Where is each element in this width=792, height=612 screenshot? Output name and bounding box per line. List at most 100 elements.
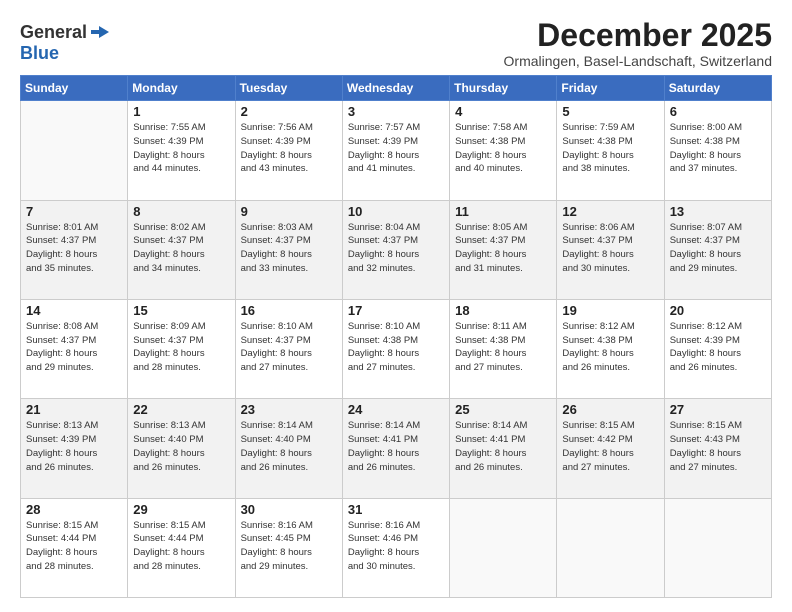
title-block: December 2025 Ormalingen, Basel-Landscha…	[504, 18, 772, 69]
day-info: Sunrise: 8:06 AM Sunset: 4:37 PM Dayligh…	[562, 221, 658, 276]
calendar-week-row: 21 Sunrise: 8:13 AM Sunset: 4:39 PM Dayli…	[21, 399, 772, 498]
day-info: Sunrise: 8:15 AM Sunset: 4:44 PM Dayligh…	[133, 519, 229, 574]
table-row: 17Sunrise: 8:10 AM Sunset: 4:38 PM Dayli…	[342, 299, 449, 398]
day-info: Sunrise: 8:13 AM Sunset: 4:40 PM Dayligh…	[133, 419, 229, 474]
day-number: 20	[670, 303, 766, 318]
day-info: Sunrise: 8:11 AM Sunset: 4:38 PM Dayligh…	[455, 320, 551, 375]
day-number: 25	[455, 402, 551, 417]
table-row	[664, 498, 771, 597]
day-number: 10	[348, 204, 444, 219]
table-row: 22 Sunrise: 8:13 AM Sunset: 4:40 PM Dayli…	[128, 399, 235, 498]
table-row	[450, 498, 557, 597]
calendar-week-row: 14Sunrise: 8:08 AM Sunset: 4:37 PM Dayli…	[21, 299, 772, 398]
day-info: Sunrise: 8:05 AM Sunset: 4:37 PM Dayligh…	[455, 221, 551, 276]
table-row: 15Sunrise: 8:09 AM Sunset: 4:37 PM Dayli…	[128, 299, 235, 398]
location: Ormalingen, Basel-Landschaft, Switzerlan…	[504, 53, 772, 69]
table-row: 3 Sunrise: 7:57 AM Sunset: 4:39 PM Daylig…	[342, 101, 449, 200]
col-saturday: Saturday	[664, 76, 771, 101]
table-row: 1Sunrise: 7:55 AM Sunset: 4:39 PM Daylig…	[128, 101, 235, 200]
day-number: 18	[455, 303, 551, 318]
day-info: Sunrise: 8:12 AM Sunset: 4:38 PM Dayligh…	[562, 320, 658, 375]
day-info: Sunrise: 8:15 AM Sunset: 4:42 PM Dayligh…	[562, 419, 658, 474]
day-info: Sunrise: 8:04 AM Sunset: 4:37 PM Dayligh…	[348, 221, 444, 276]
day-info: Sunrise: 7:59 AM Sunset: 4:38 PM Dayligh…	[562, 121, 658, 176]
day-number: 29	[133, 502, 229, 517]
calendar-week-row: 1Sunrise: 7:55 AM Sunset: 4:39 PM Daylig…	[21, 101, 772, 200]
calendar-week-row: 28 Sunrise: 8:15 AM Sunset: 4:44 PM Dayli…	[21, 498, 772, 597]
table-row: 29 Sunrise: 8:15 AM Sunset: 4:44 PM Dayli…	[128, 498, 235, 597]
logo-general-text: General	[20, 23, 87, 43]
day-number: 21	[26, 402, 122, 417]
day-info: Sunrise: 7:56 AM Sunset: 4:39 PM Dayligh…	[241, 121, 337, 176]
day-info: Sunrise: 8:15 AM Sunset: 4:43 PM Dayligh…	[670, 419, 766, 474]
day-number: 16	[241, 303, 337, 318]
table-row: 12 Sunrise: 8:06 AM Sunset: 4:37 PM Dayli…	[557, 200, 664, 299]
day-number: 2	[241, 104, 337, 119]
day-number: 13	[670, 204, 766, 219]
day-info: Sunrise: 8:01 AM Sunset: 4:37 PM Dayligh…	[26, 221, 122, 276]
day-number: 12	[562, 204, 658, 219]
header-row: Sunday Monday Tuesday Wednesday Thursday…	[21, 76, 772, 101]
table-row: 2 Sunrise: 7:56 AM Sunset: 4:39 PM Daylig…	[235, 101, 342, 200]
day-info: Sunrise: 8:14 AM Sunset: 4:41 PM Dayligh…	[348, 419, 444, 474]
table-row: 10 Sunrise: 8:04 AM Sunset: 4:37 PM Dayli…	[342, 200, 449, 299]
table-row: 25 Sunrise: 8:14 AM Sunset: 4:41 PM Dayli…	[450, 399, 557, 498]
col-thursday: Thursday	[450, 76, 557, 101]
day-number: 27	[670, 402, 766, 417]
day-info: Sunrise: 8:10 AM Sunset: 4:37 PM Dayligh…	[241, 320, 337, 375]
day-number: 22	[133, 402, 229, 417]
table-row: 28Sunrise: 8:15 AM Sunset: 4:44 PM Dayli…	[21, 498, 128, 597]
table-row: 19Sunrise: 8:12 AM Sunset: 4:38 PM Dayli…	[557, 299, 664, 398]
page: General Blue December 2025 Ormalingen, B…	[0, 0, 792, 612]
day-number: 8	[133, 204, 229, 219]
table-row: 11 Sunrise: 8:05 AM Sunset: 4:37 PM Dayli…	[450, 200, 557, 299]
table-row: 9Sunrise: 8:03 AM Sunset: 4:37 PM Daylig…	[235, 200, 342, 299]
logo: General Blue	[20, 22, 111, 64]
table-row: 27 Sunrise: 8:15 AM Sunset: 4:43 PM Dayli…	[664, 399, 771, 498]
day-number: 23	[241, 402, 337, 417]
day-info: Sunrise: 7:55 AM Sunset: 4:39 PM Dayligh…	[133, 121, 229, 176]
table-row	[557, 498, 664, 597]
day-number: 3	[348, 104, 444, 119]
day-number: 6	[670, 104, 766, 119]
table-row: 16 Sunrise: 8:10 AM Sunset: 4:37 PM Dayli…	[235, 299, 342, 398]
table-row: 14Sunrise: 8:08 AM Sunset: 4:37 PM Dayli…	[21, 299, 128, 398]
day-info: Sunrise: 8:13 AM Sunset: 4:39 PM Dayligh…	[26, 419, 122, 474]
day-info: Sunrise: 8:14 AM Sunset: 4:41 PM Dayligh…	[455, 419, 551, 474]
table-row	[21, 101, 128, 200]
day-number: 7	[26, 204, 122, 219]
day-info: Sunrise: 8:00 AM Sunset: 4:38 PM Dayligh…	[670, 121, 766, 176]
day-info: Sunrise: 7:57 AM Sunset: 4:39 PM Dayligh…	[348, 121, 444, 176]
table-row: 7 Sunrise: 8:01 AM Sunset: 4:37 PM Daylig…	[21, 200, 128, 299]
day-number: 11	[455, 204, 551, 219]
day-info: Sunrise: 8:16 AM Sunset: 4:45 PM Dayligh…	[241, 519, 337, 574]
table-row: 26 Sunrise: 8:15 AM Sunset: 4:42 PM Dayli…	[557, 399, 664, 498]
table-row: 18 Sunrise: 8:11 AM Sunset: 4:38 PM Dayli…	[450, 299, 557, 398]
table-row: 21 Sunrise: 8:13 AM Sunset: 4:39 PM Dayli…	[21, 399, 128, 498]
table-row: 23Sunrise: 8:14 AM Sunset: 4:40 PM Dayli…	[235, 399, 342, 498]
day-number: 15	[133, 303, 229, 318]
calendar-week-row: 7 Sunrise: 8:01 AM Sunset: 4:37 PM Daylig…	[21, 200, 772, 299]
table-row: 5 Sunrise: 7:59 AM Sunset: 4:38 PM Daylig…	[557, 101, 664, 200]
day-number: 30	[241, 502, 337, 517]
day-info: Sunrise: 8:02 AM Sunset: 4:37 PM Dayligh…	[133, 221, 229, 276]
col-sunday: Sunday	[21, 76, 128, 101]
day-info: Sunrise: 8:16 AM Sunset: 4:46 PM Dayligh…	[348, 519, 444, 574]
header: General Blue December 2025 Ormalingen, B…	[20, 18, 772, 69]
table-row: 8 Sunrise: 8:02 AM Sunset: 4:37 PM Daylig…	[128, 200, 235, 299]
day-number: 5	[562, 104, 658, 119]
day-number: 26	[562, 402, 658, 417]
day-number: 28	[26, 502, 122, 517]
table-row: 24Sunrise: 8:14 AM Sunset: 4:41 PM Dayli…	[342, 399, 449, 498]
day-info: Sunrise: 8:03 AM Sunset: 4:37 PM Dayligh…	[241, 221, 337, 276]
day-info: Sunrise: 8:10 AM Sunset: 4:38 PM Dayligh…	[348, 320, 444, 375]
table-row: 13Sunrise: 8:07 AM Sunset: 4:37 PM Dayli…	[664, 200, 771, 299]
day-info: Sunrise: 7:58 AM Sunset: 4:38 PM Dayligh…	[455, 121, 551, 176]
table-row: 4 Sunrise: 7:58 AM Sunset: 4:38 PM Daylig…	[450, 101, 557, 200]
col-wednesday: Wednesday	[342, 76, 449, 101]
table-row: 6 Sunrise: 8:00 AM Sunset: 4:38 PM Daylig…	[664, 101, 771, 200]
day-number: 14	[26, 303, 122, 318]
day-number: 4	[455, 104, 551, 119]
table-row: 31 Sunrise: 8:16 AM Sunset: 4:46 PM Dayli…	[342, 498, 449, 597]
day-number: 31	[348, 502, 444, 517]
